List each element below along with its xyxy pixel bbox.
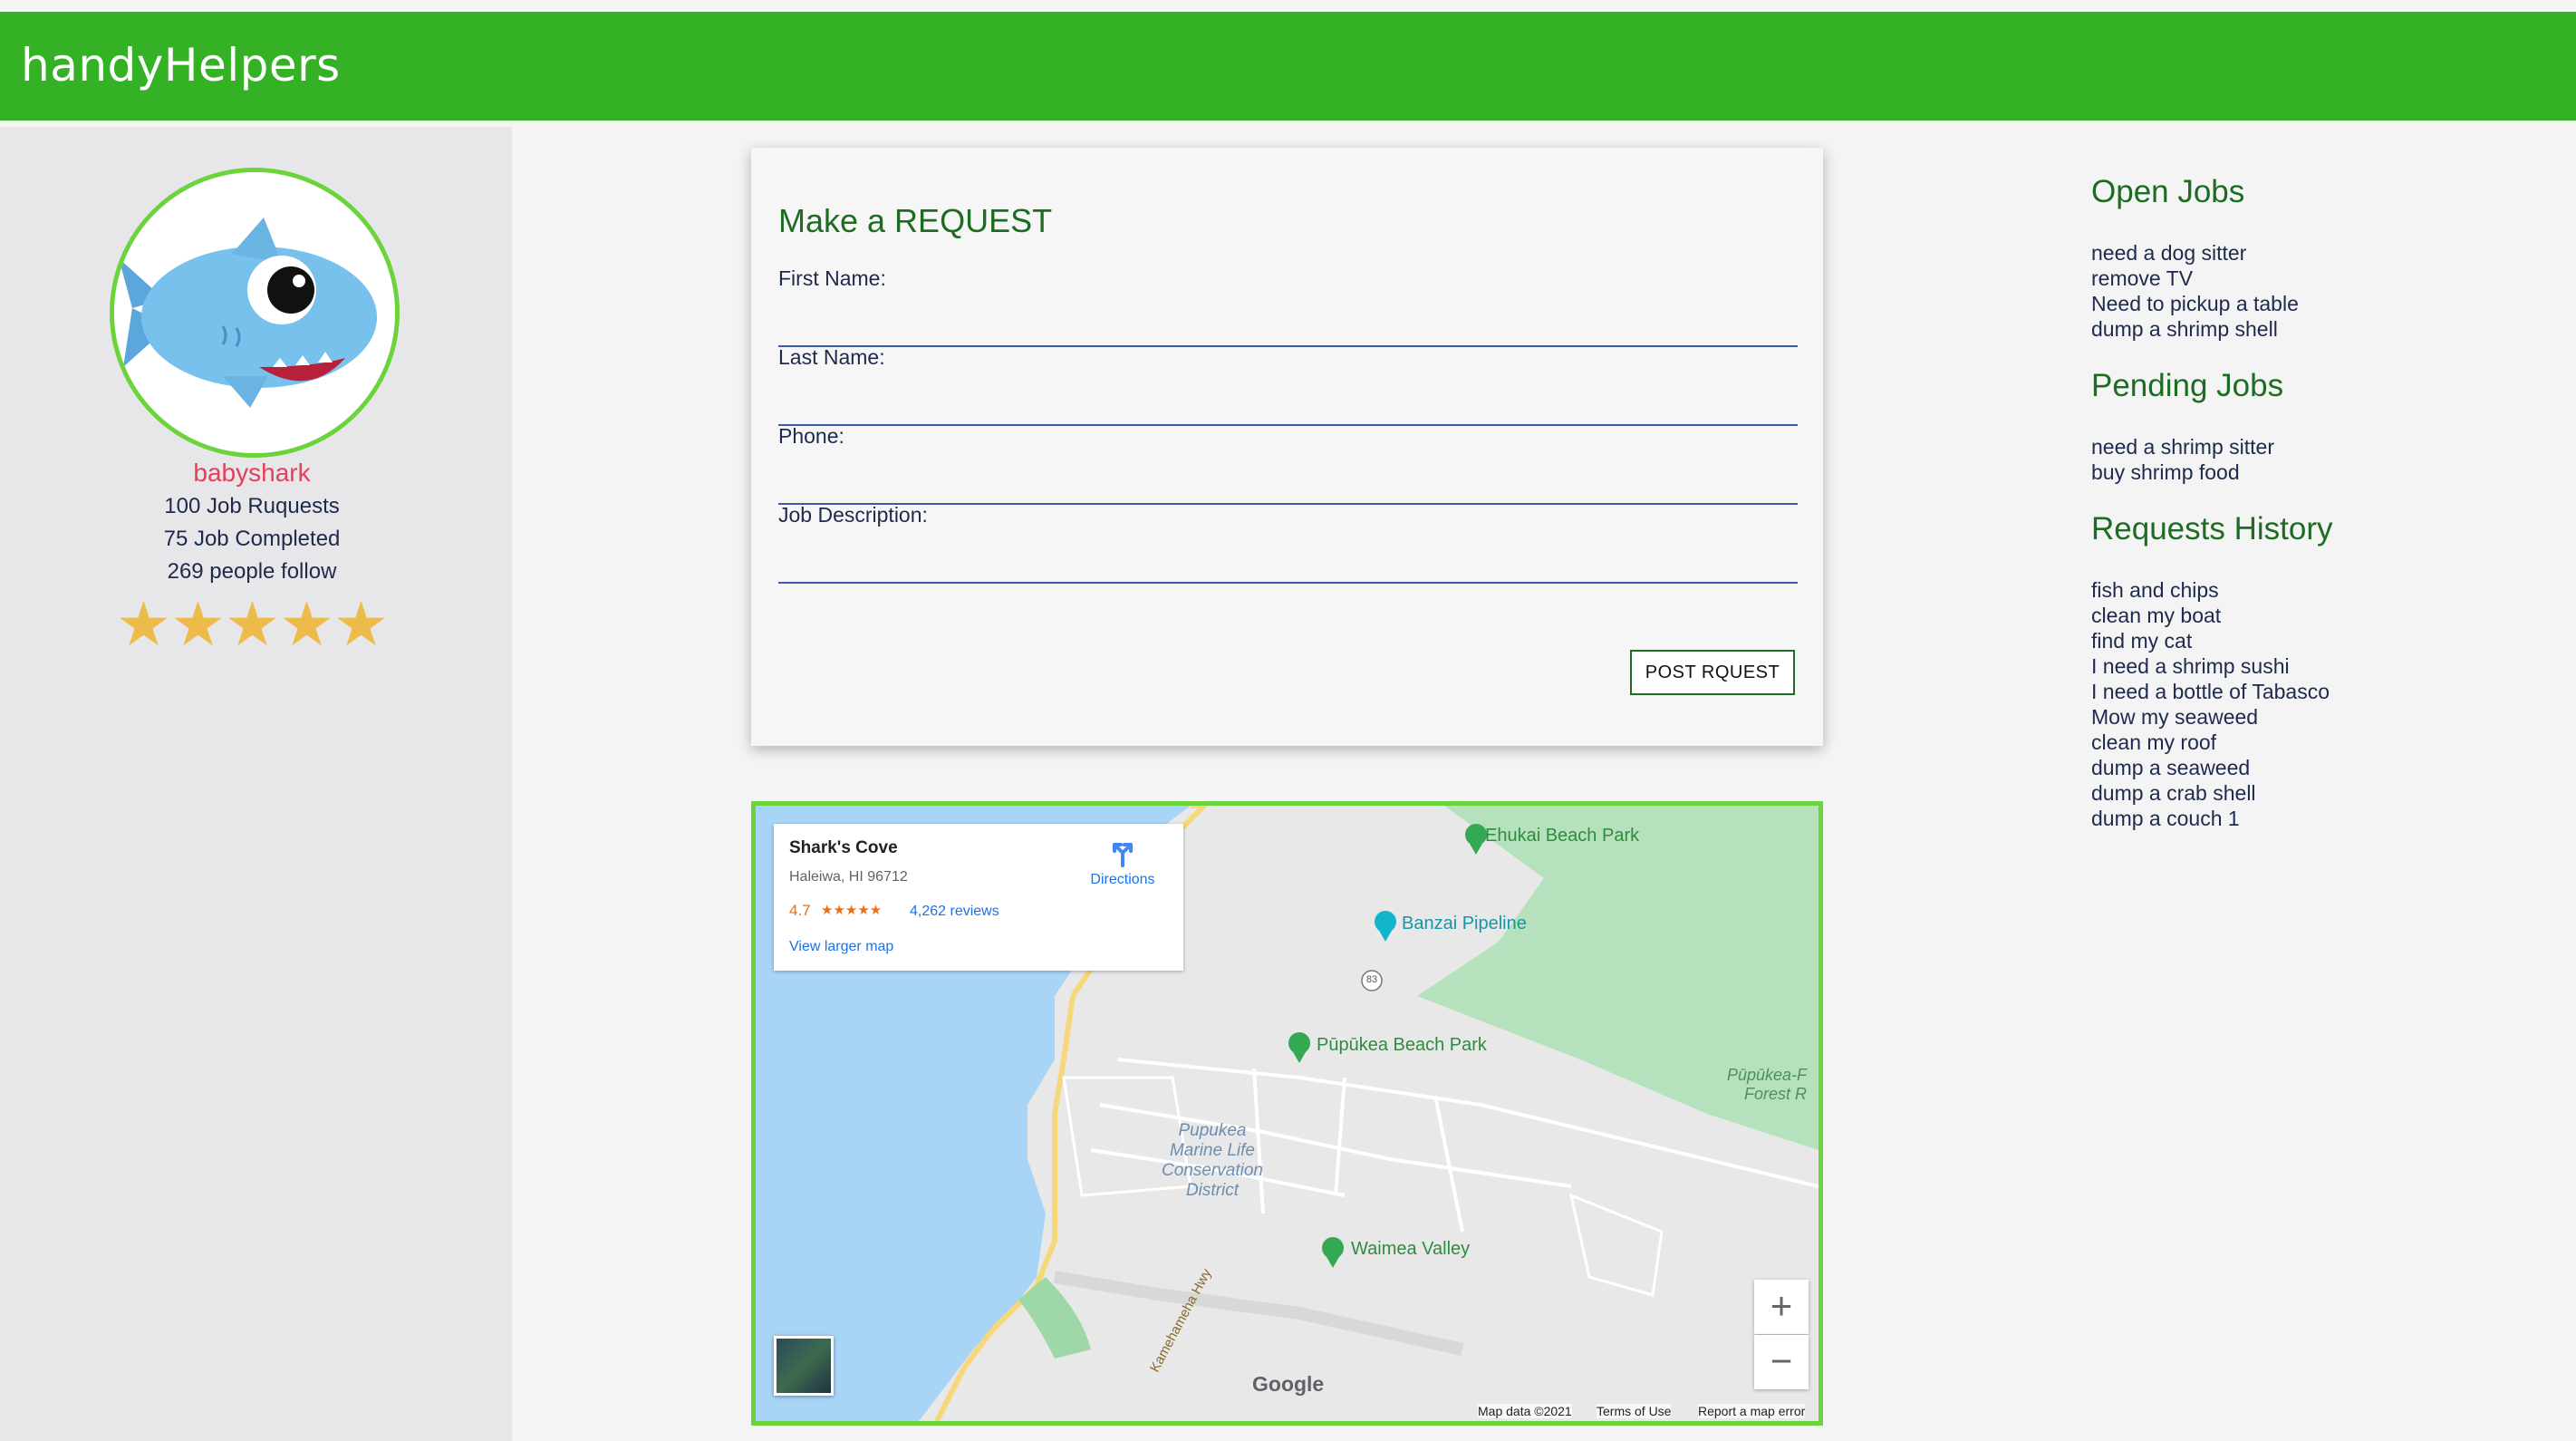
profile-username[interactable]: babyshark <box>0 459 504 488</box>
highway-shield-label: 83 <box>1365 974 1378 985</box>
directions-button[interactable]: Directions <box>1082 837 1163 888</box>
place-address: Haleiwa, HI 96712 <box>789 869 908 885</box>
place-name: Shark's Cove <box>789 838 898 857</box>
history-item[interactable]: clean my roof <box>2091 730 2216 755</box>
history-item[interactable]: fish and chips <box>2091 578 2219 603</box>
job-description-field[interactable] <box>778 546 1798 584</box>
report-map-error-link[interactable]: Report a map error <box>1698 1404 1806 1418</box>
directions-label: Directions <box>1090 872 1155 887</box>
pending-job-item[interactable]: need a shrimp sitter <box>2091 435 2274 459</box>
requests-history-title: Requests History <box>2091 511 2333 546</box>
pending-job-item[interactable]: buy shrimp food <box>2091 460 2240 485</box>
zoom-out-button[interactable]: − <box>1754 1335 1809 1389</box>
open-job-item[interactable]: remove TV <box>2091 266 2193 291</box>
reviews-link[interactable]: 4,262 reviews <box>910 904 999 920</box>
request-form-card: Make a REQUEST First Name: Last Name: Ph… <box>751 148 1823 746</box>
history-item[interactable]: I need a bottle of Tabasco <box>2091 680 2330 704</box>
star-icon: ★ <box>333 590 389 659</box>
open-jobs-title: Open Jobs <box>2091 174 2245 209</box>
post-request-button[interactable]: POST RQUEST <box>1630 650 1795 695</box>
star-icon: ★ <box>170 590 226 659</box>
place-rating: 4.7 <box>789 902 811 919</box>
phone-label: Phone: <box>778 424 844 448</box>
avatar <box>110 168 400 458</box>
forest-reserve-label: Pūpūkea-F Forest R <box>1727 1066 1808 1103</box>
satellite-toggle-button[interactable] <box>774 1336 834 1396</box>
last-name-field[interactable] <box>778 388 1798 426</box>
pending-jobs-title: Pending Jobs <box>2091 368 2284 403</box>
poi-label-pupukea-beach[interactable]: Pūpūkea Beach Park <box>1317 1035 1487 1056</box>
history-item[interactable]: find my cat <box>2091 629 2192 653</box>
request-form-title: Make a REQUEST <box>778 202 1053 239</box>
phone-field[interactable] <box>778 467 1798 505</box>
map-footer: Map data ©2021 Terms of Use Report a map… <box>756 1402 1819 1421</box>
star-icon: ★ <box>225 590 280 659</box>
job-requests-count: 100 Job Ruquests <box>164 494 340 518</box>
star-icon: ★ <box>116 590 171 659</box>
map-data-attribution: Map data ©2021 <box>1478 1404 1572 1418</box>
history-item[interactable]: Mow my seaweed <box>2091 705 2258 730</box>
poi-label-waimea[interactable]: Waimea Valley <box>1351 1239 1470 1260</box>
poi-label-ehukai[interactable]: Ehukai Beach Park <box>1485 826 1639 846</box>
app-header: handyHelpers <box>0 12 2576 121</box>
history-item[interactable]: dump a couch 1 <box>2091 807 2240 831</box>
directions-icon <box>1113 843 1133 867</box>
embedded-map[interactable]: Ehukai Beach Park Banzai Pipeline Pūpūke… <box>751 801 1823 1426</box>
star-icon: ★ <box>279 590 334 659</box>
history-item[interactable]: dump a crab shell <box>2091 781 2256 806</box>
top-strip <box>0 0 2576 12</box>
followers-count: 269 people follow <box>167 559 337 584</box>
google-logo: Google <box>1252 1372 1325 1396</box>
history-item[interactable]: clean my boat <box>2091 604 2221 628</box>
history-item[interactable]: dump a seaweed <box>2091 756 2250 780</box>
history-item[interactable]: I need a shrimp sushi <box>2091 654 2290 679</box>
first-name-label: First Name: <box>778 266 886 290</box>
poi-label-banzai[interactable]: Banzai Pipeline <box>1402 914 1527 934</box>
jobs-completed-count: 75 Job Completed <box>163 527 341 551</box>
last-name-label: Last Name: <box>778 345 885 369</box>
open-job-item[interactable]: Need to pickup a table <box>2091 292 2299 316</box>
marine-district-label: Pupukea Marine Life Conservation Distric… <box>1162 1121 1263 1200</box>
brand-logo[interactable]: handyHelpers <box>21 39 341 92</box>
rating-stars-icon: ★★★★★ <box>821 903 883 918</box>
open-job-item[interactable]: dump a shrimp shell <box>2091 317 2278 342</box>
first-name-field[interactable] <box>778 309 1798 347</box>
shark-plush-image <box>114 172 395 453</box>
terms-of-use-link[interactable]: Terms of Use <box>1597 1404 1672 1418</box>
open-job-item[interactable]: need a dog sitter <box>2091 241 2246 266</box>
view-larger-map-link[interactable]: View larger map <box>789 939 893 955</box>
rating-stars: ★ ★ ★ ★ ★ <box>116 590 389 659</box>
zoom-in-button[interactable]: + <box>1754 1280 1809 1334</box>
job-description-label: Job Description: <box>778 503 928 527</box>
place-info-card: Shark's Cove Haleiwa, HI 96712 4.7 ★★★★★… <box>774 824 1183 971</box>
